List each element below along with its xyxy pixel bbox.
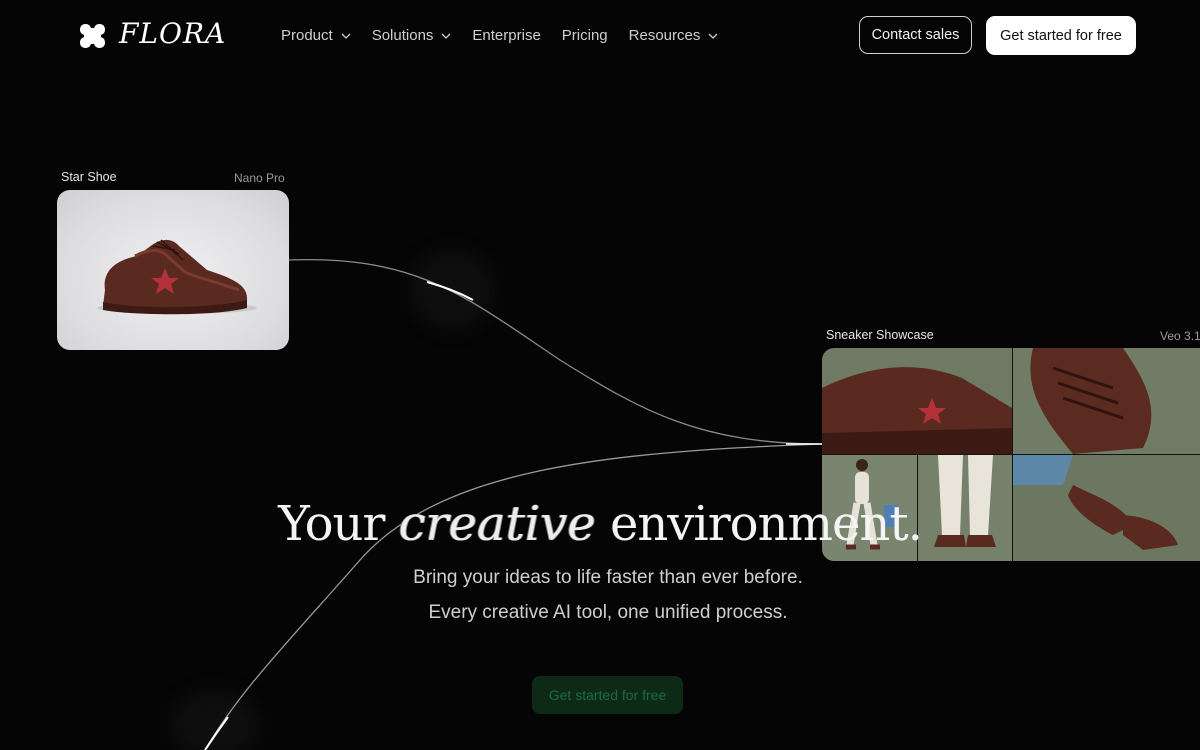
nav-enterprise[interactable]: Enterprise bbox=[472, 27, 540, 44]
nav-solutions-label: Solutions bbox=[371, 27, 434, 44]
hero-title-before: Your bbox=[278, 496, 385, 552]
nav-resources[interactable]: Resources bbox=[629, 27, 719, 44]
node-model-star-shoe: Nano Pro bbox=[234, 171, 285, 185]
nav-enterprise-label: Enterprise bbox=[472, 27, 541, 44]
nav-pricing[interactable]: Pricing bbox=[562, 27, 608, 44]
hero-title-emphasis: creative bbox=[398, 496, 596, 552]
node-title-star-shoe: Star Shoe bbox=[61, 170, 117, 184]
hero-title: Your creative environment. bbox=[0, 496, 1200, 552]
hero-subtitle-line2: Every creative AI tool, one unified proc… bbox=[428, 602, 788, 623]
main-nav: Product Solutions Enterprise Pricing Res… bbox=[281, 27, 739, 44]
showcase-frame-closeup-laces bbox=[1013, 348, 1200, 454]
connection-wire bbox=[288, 258, 823, 445]
hero-get-started-button[interactable]: Get started for free bbox=[532, 676, 683, 714]
background-glow bbox=[170, 690, 260, 750]
connection-wire bbox=[204, 443, 823, 750]
node-model-sneaker-showcase: Veo 3.1 bbox=[1160, 329, 1200, 343]
nav-resources-label: Resources bbox=[628, 27, 701, 44]
flora-logo-icon[interactable] bbox=[80, 24, 105, 48]
brand-wordmark[interactable]: FLORA bbox=[119, 17, 226, 50]
shoe-image bbox=[97, 239, 257, 315]
nav-product-label: Product bbox=[281, 27, 333, 44]
chevron-down-icon bbox=[708, 33, 718, 39]
showcase-frame-closeup-side bbox=[822, 348, 1012, 454]
get-started-button[interactable]: Get started for free bbox=[986, 16, 1136, 55]
hero-subtitle-line1: Bring your ideas to life faster than eve… bbox=[413, 567, 803, 588]
contact-sales-button[interactable]: Contact sales bbox=[859, 16, 972, 54]
background-glow bbox=[410, 250, 495, 330]
nav-product[interactable]: Product bbox=[281, 27, 351, 44]
nav-pricing-label: Pricing bbox=[561, 27, 608, 44]
chevron-down-icon bbox=[341, 33, 351, 39]
chevron-down-icon bbox=[441, 33, 451, 39]
star-shoe-image-card[interactable] bbox=[57, 190, 289, 350]
nav-solutions[interactable]: Solutions bbox=[372, 27, 452, 44]
node-title-sneaker-showcase: Sneaker Showcase bbox=[826, 328, 934, 342]
hero-title-after: environment. bbox=[609, 496, 923, 552]
page: FLORA Product Solutions Enterprise Prici… bbox=[0, 0, 1200, 750]
